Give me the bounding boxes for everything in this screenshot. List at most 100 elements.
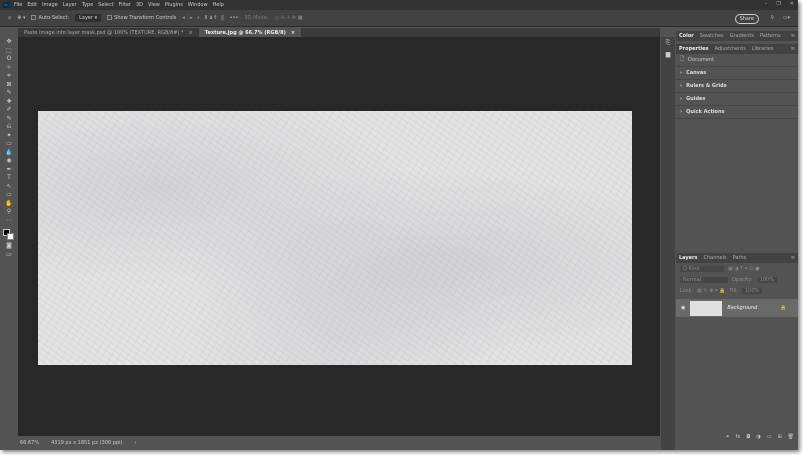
kind-filter[interactable]: Q Kind <box>680 265 724 272</box>
lock-icons[interactable]: ▦ ✎ ✥ ⌗ 🔒 <box>697 288 726 294</box>
clone-stamp-tool-icon[interactable]: ✎ <box>4 115 14 123</box>
healing-tool-icon[interactable]: ✚ <box>4 98 14 106</box>
filter-icons[interactable]: ▣ ◑ T ⌗ ⊡ ● <box>728 266 759 272</box>
texture-image[interactable] <box>38 111 632 365</box>
layer-select[interactable]: Layer ▾ <box>75 14 102 22</box>
layers-panel-tabs: Layers Channels Paths ≡ <box>676 253 798 263</box>
section-label: Canvas <box>686 70 707 76</box>
tab-paste-image[interactable]: Paste image into layer mask.psd @ 100% (… <box>18 28 199 37</box>
history-panel-icon[interactable]: ⎘ <box>666 39 671 47</box>
section-quick-actions[interactable]: › Quick Actions <box>676 106 798 119</box>
close-tab-icon[interactable]: × <box>189 30 193 36</box>
link-layers-icon[interactable]: ⚭ <box>725 434 729 445</box>
tab-swatches[interactable]: Swatches <box>700 33 724 39</box>
eyedropper-tool-icon[interactable]: ✎ <box>4 89 14 97</box>
menu-type[interactable]: Type <box>82 2 93 8</box>
hand-tool-icon[interactable]: ✋ <box>4 200 14 208</box>
pen-tool-icon[interactable]: ✒ <box>4 166 14 174</box>
new-layer-icon[interactable]: ⊞ <box>777 434 781 445</box>
screen-mode-icon[interactable]: ▭ <box>4 251 14 259</box>
tab-gradients[interactable]: Gradients <box>730 33 754 39</box>
status-bar: 66.67% 4319 px x 1851 px (300 ppi) › <box>18 436 660 450</box>
menu-plugins[interactable]: Plugins <box>165 2 183 8</box>
menu-window[interactable]: Window <box>188 2 208 8</box>
section-label: Rulers & Grids <box>686 83 727 89</box>
share-button[interactable]: Share <box>734 14 759 24</box>
history-brush-tool-icon[interactable]: ⎌ <box>4 123 14 131</box>
new-group-icon[interactable]: ▭ <box>767 434 772 445</box>
3d-mode-icons[interactable]: ◎ ⊛ ✛ ✥ ■ <box>274 15 302 21</box>
panel-menu-icon[interactable]: ≡ <box>791 33 795 39</box>
menu-layer[interactable]: Layer <box>63 2 77 8</box>
move-tool-icon[interactable]: ✥ <box>4 38 14 46</box>
section-canvas[interactable]: › Canvas <box>676 67 798 80</box>
brush-tool-icon[interactable]: ✐ <box>4 106 14 114</box>
close-tab-icon[interactable]: × <box>291 30 295 36</box>
close-button[interactable]: ✕ <box>790 1 794 7</box>
color-swatches[interactable] <box>3 229 15 241</box>
rectangle-tool-icon[interactable]: ▭ <box>4 191 14 199</box>
minimize-button[interactable]: – <box>765 1 768 7</box>
menu-help[interactable]: Help <box>213 2 224 8</box>
menu-select[interactable]: Select <box>98 2 113 8</box>
visibility-eye-icon[interactable]: ◉ <box>681 305 685 311</box>
restore-button[interactable]: ❐ <box>776 1 780 7</box>
tab-adjustments[interactable]: Adjustments <box>714 46 745 52</box>
path-select-tool-icon[interactable]: ↖ <box>4 183 14 191</box>
zoom-tool-icon[interactable]: ⚲ <box>4 208 14 216</box>
menu-3d[interactable]: 3D <box>136 2 143 8</box>
gradient-tool-icon[interactable]: ▭ <box>4 140 14 148</box>
status-menu-arrow[interactable]: › <box>134 440 136 446</box>
tab-texture[interactable]: Texture.jpg @ 66.7% (RGB/8) × <box>198 28 302 37</box>
canvas-area[interactable] <box>18 37 660 436</box>
menu-filter[interactable]: Filter <box>119 2 131 8</box>
panel-menu-icon[interactable]: ≡ <box>791 46 795 52</box>
menu-image[interactable]: Image <box>42 2 58 8</box>
lasso-tool-icon[interactable]: ʘ <box>4 55 14 63</box>
layer-row-background[interactable]: ◉ Background 🔒 <box>676 299 798 317</box>
panel-menu-icon[interactable]: ≡ <box>791 255 795 261</box>
menu-edit[interactable]: Edit <box>27 2 37 8</box>
blend-mode-select[interactable]: Normal <box>680 276 728 283</box>
menu-file[interactable]: File <box>14 2 22 8</box>
fx-icon[interactable]: fx <box>736 434 741 445</box>
home-icon[interactable]: ⌂ <box>8 15 11 21</box>
more-options-icon[interactable]: ••• <box>230 15 239 21</box>
workspace-icon[interactable]: ▭▾ <box>783 15 790 21</box>
tab-properties[interactable]: Properties <box>679 46 708 52</box>
tab-color[interactable]: Color <box>679 33 694 39</box>
document-dimensions: 4319 px x 1851 px (300 ppi) <box>51 440 123 446</box>
quick-mask-icon[interactable]: ◙ <box>4 242 14 250</box>
quick-select-tool-icon[interactable]: ✧ <box>4 64 14 72</box>
tab-libraries[interactable]: Libraries <box>752 46 774 52</box>
tab-channels[interactable]: Channels <box>704 255 727 261</box>
eraser-tool-icon[interactable]: ✦ <box>4 132 14 140</box>
move-tool-icon[interactable]: ✥ ▾ <box>17 15 25 21</box>
search-icon[interactable]: ⚲ <box>770 15 774 21</box>
align-icons[interactable]: ⫷ ⫶ ⫸ ⫟ ⫪ ⫫ ⫩ ⫼ <box>182 15 223 21</box>
tab-layers[interactable]: Layers <box>679 255 698 261</box>
layer-thumbnail <box>690 300 723 316</box>
delete-layer-icon[interactable]: 🗑 <box>788 434 794 445</box>
menu-view[interactable]: View <box>148 2 160 8</box>
tab-paths[interactable]: Paths <box>733 255 747 261</box>
comments-panel-icon[interactable]: ▆ <box>666 51 671 58</box>
auto-select-checkbox[interactable]: Auto-Select: <box>31 15 69 21</box>
add-mask-icon[interactable]: ◘ <box>746 434 750 445</box>
marquee-tool-icon[interactable]: ⬚ <box>4 47 14 55</box>
dodge-tool-icon[interactable]: ◉ <box>4 157 14 165</box>
transform-controls-checkbox[interactable]: Show Transform Controls <box>107 15 176 21</box>
chevron-right-icon: › <box>680 70 683 76</box>
zoom-level[interactable]: 66.67% <box>20 440 39 446</box>
section-guides[interactable]: › Guides <box>676 93 798 106</box>
more-tools-icon[interactable]: ⋯ <box>4 217 14 225</box>
type-tool-icon[interactable]: T <box>4 174 14 182</box>
adjustment-layer-icon[interactable]: ◑ <box>756 434 760 445</box>
blur-tool-icon[interactable]: 💧 <box>4 149 14 157</box>
section-rulers-grids[interactable]: › Rulers & Grids <box>676 80 798 93</box>
fill-field[interactable]: 100% <box>741 287 763 294</box>
frame-tool-icon[interactable]: ⊠ <box>4 81 14 89</box>
tab-patterns[interactable]: Patterns <box>760 33 781 39</box>
crop-tool-icon[interactable]: ⌗ <box>4 72 14 80</box>
opacity-field[interactable]: 100% <box>756 276 777 283</box>
